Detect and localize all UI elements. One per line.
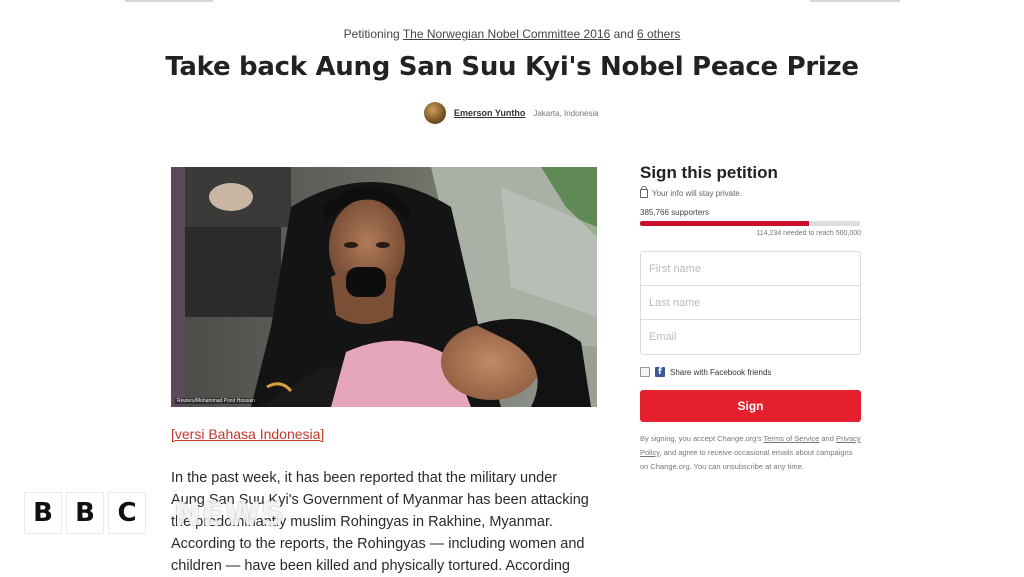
sign-title: Sign this petition — [640, 163, 778, 182]
petition-photo-image — [171, 167, 597, 407]
petition-photo: Reuters/Mohammad Ponir Hossain — [171, 167, 597, 407]
author-info: Emerson Yuntho Jakarta, Indonesia — [424, 101, 599, 125]
legal-text: By signing, you accept Change.org's Term… — [640, 432, 861, 474]
petition-target-link[interactable]: The Norwegian Nobel Committee 2016 — [403, 27, 610, 41]
legal-suffix: , and agree to receive occasional emails… — [640, 448, 853, 471]
first-name-field[interactable] — [641, 252, 860, 286]
privacy-note: Your info will stay private. — [640, 186, 861, 198]
photo-credit: Reuters/Mohammad Ponir Hossain — [175, 398, 257, 404]
petitioning-and: and — [613, 27, 634, 41]
legal-prefix: By signing, you accept Change.org's — [640, 434, 762, 443]
author-name[interactable]: Emerson Yuntho — [454, 108, 525, 118]
sign-sidebar: Sign this petition Your info will stay p… — [640, 163, 861, 474]
body-line: children — have been killed and physical… — [171, 558, 570, 574]
petition-title: Take back Aung San Suu Kyi's Nobel Peace… — [165, 52, 859, 82]
bbc-letter: B — [66, 492, 104, 534]
avatar[interactable] — [424, 102, 446, 124]
progress-fill — [640, 221, 810, 226]
sign-button[interactable]: Sign — [640, 390, 861, 422]
author-location: Jakarta, Indonesia — [533, 108, 599, 118]
terms-link[interactable]: Terms of Service — [763, 434, 819, 443]
facebook-share-row: f Share with Facebook friends — [640, 367, 861, 377]
facebook-icon: f — [655, 367, 665, 377]
email-field[interactable] — [641, 320, 860, 354]
legal-and: and — [821, 434, 834, 443]
bbc-news-text: NEWS — [174, 495, 285, 533]
lock-icon — [640, 186, 648, 198]
petitioning-line: Petitioning The Norwegian Nobel Committe… — [0, 27, 1024, 41]
petitioning-prefix: Petitioning — [343, 27, 400, 41]
supporters-count: 385,766 supporters — [640, 208, 709, 217]
bbc-logo: B B C — [24, 492, 146, 534]
language-link[interactable]: [versi Bahasa Indonesia] — [171, 426, 324, 442]
others-link[interactable]: 6 others — [637, 27, 680, 41]
needed-text: 114,234 needed to reach 500,000 — [756, 230, 861, 237]
bbc-letter: C — [108, 492, 146, 534]
last-name-field[interactable] — [641, 286, 860, 320]
privacy-text: Your info will stay private. — [652, 189, 742, 198]
facebook-share-checkbox[interactable] — [640, 367, 650, 377]
facebook-share-label[interactable]: Share with Facebook friends — [670, 368, 771, 377]
bbc-letter: B — [24, 492, 62, 534]
top-border — [0, 0, 1024, 3]
body-line: In the past week, it has been reported t… — [171, 470, 558, 486]
progress-bar — [640, 221, 860, 226]
signature-form — [640, 251, 861, 355]
body-line: According to the reports, the Rohingyas … — [171, 536, 585, 552]
